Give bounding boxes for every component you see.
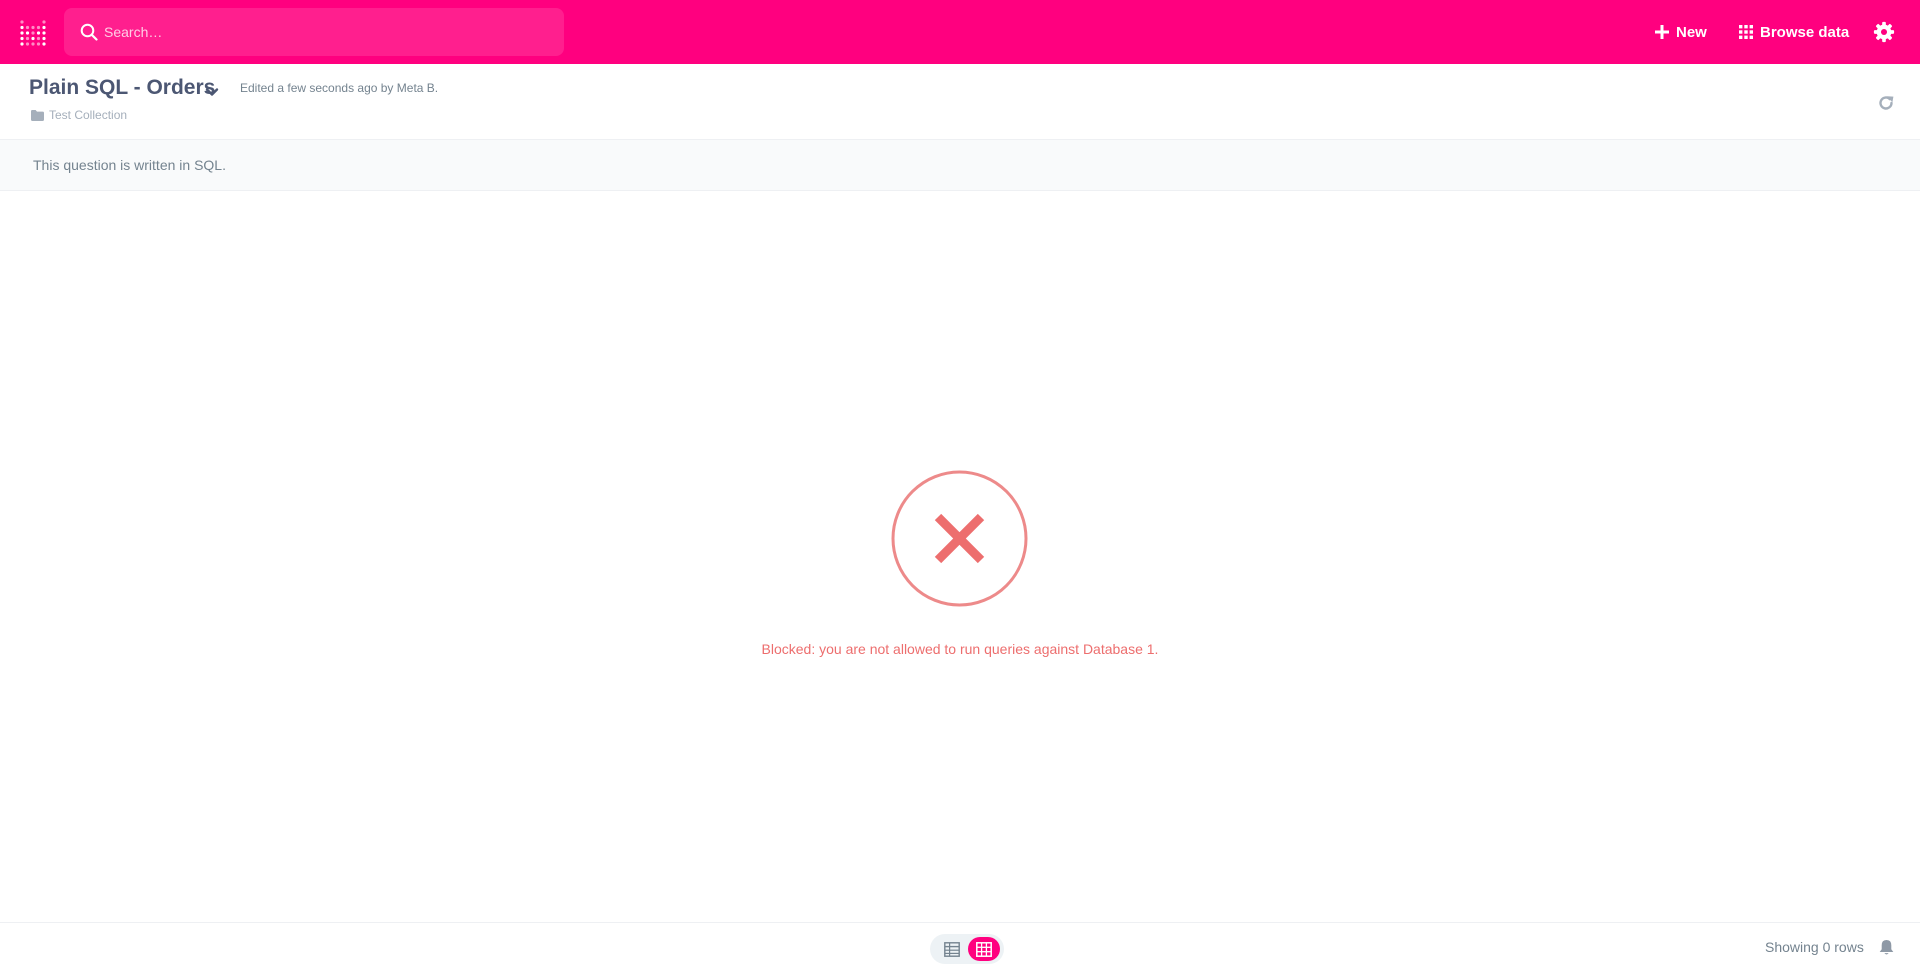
search-icon xyxy=(80,23,98,41)
page-title[interactable]: Plain SQL - Orders xyxy=(29,76,215,100)
table-icon xyxy=(944,941,960,957)
refresh-icon[interactable] xyxy=(1877,94,1895,112)
table-view-button[interactable] xyxy=(937,937,967,961)
grid-table-icon xyxy=(976,941,992,957)
chevron-down-icon[interactable] xyxy=(204,84,220,100)
error-message: Blocked: you are not allowed to run quer… xyxy=(761,641,1159,657)
question-header: Plain SQL - Orders Edited a few seconds … xyxy=(0,64,1920,140)
collection-breadcrumb[interactable]: Test Collection xyxy=(31,108,127,122)
grid-view-button[interactable] xyxy=(968,937,1000,961)
collection-name: Test Collection xyxy=(49,108,128,122)
new-button-label: New xyxy=(1676,23,1707,41)
folder-icon xyxy=(31,109,44,121)
last-edited-info[interactable]: Edited a few seconds ago by Meta B. xyxy=(240,81,438,95)
plus-icon xyxy=(1655,25,1669,39)
search-input[interactable] xyxy=(104,8,544,56)
sql-notice-bar: This question is written in SQL. xyxy=(0,140,1920,191)
bell-icon[interactable] xyxy=(1878,939,1895,956)
view-toggle[interactable] xyxy=(930,934,1004,964)
sql-notice-text: This question is written in SQL. xyxy=(33,157,226,173)
browse-data-label: Browse data xyxy=(1760,23,1850,41)
new-button[interactable]: New xyxy=(1655,20,1707,44)
gear-icon[interactable] xyxy=(1873,21,1895,43)
close-circle-icon xyxy=(891,470,1028,607)
search-bar[interactable] xyxy=(64,8,564,56)
row-count: Showing 0 rows xyxy=(1765,939,1864,955)
browse-data-button[interactable]: Browse data xyxy=(1739,20,1849,44)
grid-icon xyxy=(1739,25,1753,39)
top-navbar: New Browse data xyxy=(0,0,1920,64)
metabase-logo-icon[interactable] xyxy=(20,20,46,46)
view-footer: Showing 0 rows xyxy=(0,922,1920,971)
